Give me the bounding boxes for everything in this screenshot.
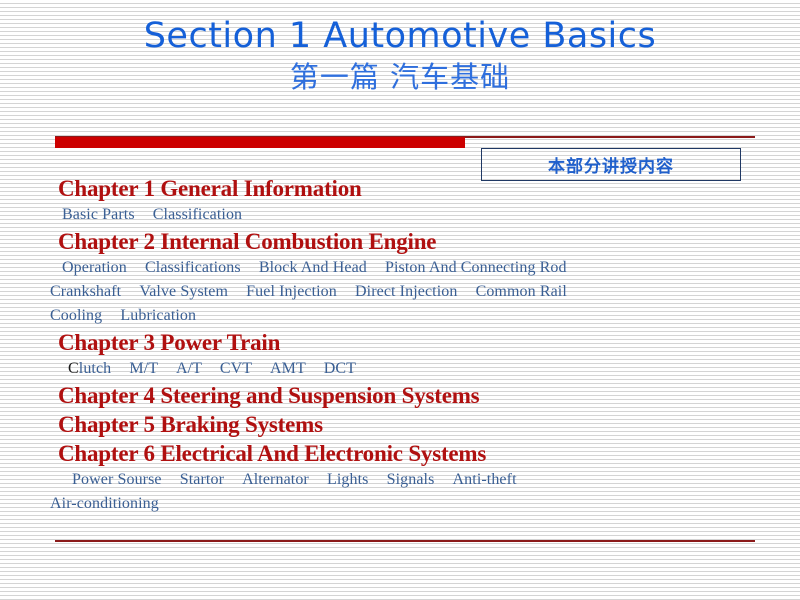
sub-item: M/T bbox=[129, 360, 158, 377]
chapter-6-subitems-line-2: Air-conditioning bbox=[0, 492, 800, 516]
sub-item: Cooling bbox=[50, 307, 103, 324]
sub-item: Direct Injection bbox=[355, 283, 458, 300]
slide-title-block: Section 1 Automotive Basics 第一篇 汽车基础 bbox=[0, 14, 800, 96]
chapter-2-subitems-line-2: Crankshaft Valve System Fuel Injection D… bbox=[0, 280, 800, 304]
sub-item: Piston And Connecting Rod bbox=[385, 259, 567, 276]
sub-item: Classification bbox=[152, 206, 243, 223]
sub-item: Signals bbox=[386, 471, 435, 488]
sub-item: Power Sourse bbox=[72, 471, 162, 488]
sub-item-initial-glyph: C bbox=[68, 360, 79, 377]
chapter-heading-3: Chapter 3 Power Train bbox=[58, 330, 281, 355]
page-subtitle: 第一篇 汽车基础 bbox=[289, 60, 511, 94]
sub-item: Lubrication bbox=[120, 307, 197, 324]
bottom-divider-rule bbox=[55, 540, 755, 542]
chapter-heading-5: Chapter 5 Braking Systems bbox=[58, 412, 323, 437]
slide-canvas: Section 1 Automotive Basics 第一篇 汽车基础 本部分… bbox=[0, 0, 800, 600]
sub-item: Basic Parts bbox=[62, 206, 135, 223]
sub-item: DCT bbox=[323, 360, 356, 377]
sub-item: Anti-theft bbox=[452, 471, 517, 488]
sub-item: AMT bbox=[270, 360, 306, 377]
sub-item: Startor bbox=[179, 471, 224, 488]
sub-item: Classifications bbox=[145, 259, 241, 276]
chapter-heading-1: Chapter 1 General Information bbox=[58, 176, 362, 201]
sub-item: Valve System bbox=[139, 283, 229, 300]
sub-item-remainder: lutch bbox=[78, 360, 112, 377]
chapter-3-subitems: Clutch M/T A/T CVT AMT DCT bbox=[0, 357, 800, 381]
top-accent-bar bbox=[55, 137, 465, 148]
sub-item: CVT bbox=[219, 360, 252, 377]
chapter-2-subitems-line-3: Cooling Lubrication bbox=[0, 304, 800, 328]
chapter-2-subitems-line-1: Operation Classifications Block And Head… bbox=[0, 256, 800, 280]
sub-item: A/T bbox=[175, 360, 202, 377]
sub-item: Operation bbox=[62, 259, 127, 276]
chapter-heading-6: Chapter 6 Electrical And Electronic Syst… bbox=[58, 441, 487, 466]
sub-item: Common Rail bbox=[475, 283, 567, 300]
sub-item: Fuel Injection bbox=[246, 283, 337, 300]
sub-item: Crankshaft bbox=[50, 283, 122, 300]
outline-list: Chapter 1 General Information Basic Part… bbox=[0, 174, 800, 516]
chapter-6-subitems-line-1: Power Sourse Startor Alternator Lights S… bbox=[0, 468, 800, 492]
sub-item: Lights bbox=[326, 471, 369, 488]
chapter-1-subitems: Basic Parts Classification bbox=[0, 203, 800, 227]
sub-item: Clutch bbox=[68, 360, 111, 377]
sub-item: Air-conditioning bbox=[50, 495, 159, 512]
page-title: Section 1 Automotive Basics bbox=[143, 16, 657, 56]
sub-item: Alternator bbox=[242, 471, 309, 488]
chapter-heading-2: Chapter 2 Internal Combustion Engine bbox=[58, 229, 437, 254]
sub-item: Block And Head bbox=[258, 259, 367, 276]
chapter-heading-4: Chapter 4 Steering and Suspension System… bbox=[58, 383, 480, 408]
